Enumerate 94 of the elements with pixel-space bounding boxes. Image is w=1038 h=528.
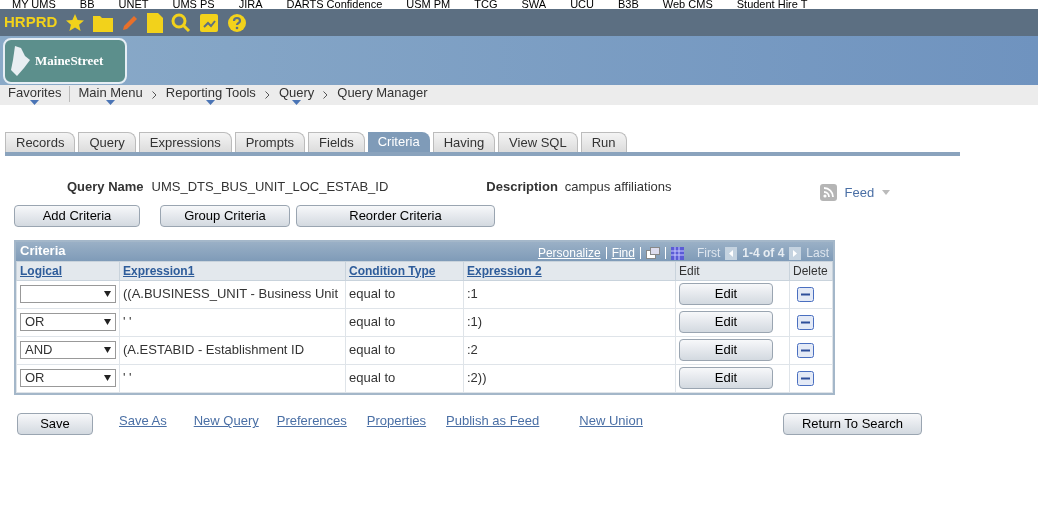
state-map-icon: [9, 44, 31, 77]
bookmark-link[interactable]: DARTS Confidence: [286, 0, 383, 9]
table-cell: ((A.BUSINESS_UNIT - Business Unit: [123, 286, 339, 302]
chevron-icon: [151, 91, 157, 99]
table-cell: :1): [467, 314, 483, 330]
tab[interactable]: Records: [5, 132, 76, 152]
dropdown-arrow-icon: [104, 375, 111, 381]
breadcrumb-item[interactable]: Favorites: [8, 86, 62, 105]
breadcrumb-item[interactable]: Reporting Tools: [165, 86, 256, 105]
edit-button[interactable]: Edit: [679, 283, 773, 305]
action-link[interactable]: Preferences: [276, 411, 347, 431]
action-button[interactable]: Reorder Criteria: [296, 204, 495, 227]
action-link[interactable]: New Query: [193, 411, 259, 431]
description-label: Description: [486, 178, 558, 196]
report-icon[interactable]: [199, 12, 220, 33]
breadcrumb-item[interactable]: Main Menu: [78, 86, 143, 105]
logical-dropdown[interactable]: OR: [20, 313, 116, 331]
bookmark-link[interactable]: JIRA: [238, 0, 263, 9]
dropdown-arrow-icon: [104, 291, 111, 297]
dropdown-arrow-icon: [104, 347, 111, 353]
folder-icon[interactable]: [93, 13, 114, 32]
table-cell: :1: [467, 286, 478, 302]
bookmark-link[interactable]: USM PM: [406, 0, 451, 9]
bookmark-link[interactable]: UNET: [118, 0, 149, 9]
table-cell: equal to: [349, 314, 396, 330]
next-icon[interactable]: [789, 246, 802, 260]
action-link[interactable]: Properties: [366, 411, 427, 431]
grid-title: Criteria: [20, 242, 66, 261]
bookmark-link[interactable]: SWA: [521, 0, 547, 9]
tab[interactable]: Prompts: [234, 132, 306, 152]
tab[interactable]: Run: [580, 132, 627, 152]
last-label: Last: [806, 245, 829, 262]
chevron-icon: [323, 91, 329, 99]
grid-icon[interactable]: [670, 246, 684, 260]
column-header: Delete: [793, 263, 828, 278]
caret-icon: [882, 190, 891, 196]
environment-label: HRPRD: [4, 12, 58, 33]
table-cell: ' ': [123, 314, 132, 330]
tab[interactable]: View SQL: [498, 132, 578, 152]
tab[interactable]: Expressions: [138, 132, 232, 152]
rss-icon: [819, 184, 837, 202]
edit-button[interactable]: Edit: [679, 339, 773, 361]
search-icon[interactable]: [171, 12, 192, 33]
table-cell: :2)): [467, 370, 487, 386]
edit-button[interactable]: Edit: [679, 311, 773, 333]
query-name-value: UMS_DTS_BUS_UNIT_LOC_ESTAB_ID: [151, 178, 389, 196]
delete-row-icon[interactable]: [797, 370, 814, 386]
logical-dropdown[interactable]: [20, 285, 116, 303]
previous-icon[interactable]: [725, 246, 738, 260]
tab[interactable]: Having: [432, 132, 496, 152]
row-count: 1-4 of 4: [742, 245, 785, 262]
logo-text: MaineStreet: [35, 51, 104, 70]
bookmark-link[interactable]: BB: [79, 0, 95, 9]
chevron-icon: [264, 91, 270, 99]
return-to-search-button[interactable]: Return To Search: [782, 412, 922, 435]
table-cell: equal to: [349, 342, 396, 358]
description-value: campus affiliations: [564, 178, 672, 196]
tab[interactable]: Fields: [308, 132, 365, 152]
query-name-label: Query Name: [67, 178, 144, 196]
star-icon[interactable]: [65, 12, 86, 33]
action-button[interactable]: Group Criteria: [160, 204, 290, 227]
table-cell: ' ': [123, 370, 132, 386]
delete-row-icon[interactable]: [797, 286, 814, 302]
action-link[interactable]: New Union: [579, 411, 643, 431]
feed-button[interactable]: Feed: [819, 183, 891, 203]
table-cell: equal to: [349, 370, 396, 386]
table-cell: (A.ESTABID - Establishment ID: [123, 342, 305, 358]
help-icon[interactable]: [227, 12, 248, 33]
edit-button[interactable]: Edit: [679, 367, 773, 389]
bookmark-link[interactable]: B3B: [618, 0, 639, 9]
bookmark-link[interactable]: UMS PS: [172, 0, 215, 9]
delete-row-icon[interactable]: [797, 342, 814, 358]
dropdown-arrow-icon: [104, 319, 111, 325]
bookmark-link[interactable]: Student Hire T: [736, 0, 808, 9]
new-window-icon[interactable]: [645, 247, 660, 259]
action-link[interactable]: Save As: [119, 411, 167, 431]
first-label: First: [696, 245, 721, 262]
document-icon[interactable]: [147, 12, 164, 33]
delete-row-icon[interactable]: [797, 314, 814, 330]
action-button[interactable]: Add Criteria: [14, 204, 140, 227]
table-cell: :2: [467, 342, 478, 358]
table-cell: equal to: [349, 286, 396, 302]
bookmark-link[interactable]: UCU: [570, 0, 594, 9]
logical-dropdown[interactable]: OR: [20, 369, 116, 387]
bookmark-link[interactable]: MY UMS: [12, 0, 56, 9]
tab[interactable]: Query: [78, 132, 136, 152]
action-link[interactable]: Publish as Feed: [446, 411, 540, 431]
bookmark-link[interactable]: TCG: [474, 0, 498, 9]
breadcrumb-item[interactable]: Query: [278, 86, 315, 105]
bookmark-link[interactable]: Web CMS: [662, 0, 713, 9]
breadcrumb-item[interactable]: Query Manager: [337, 86, 428, 100]
save-button[interactable]: Save: [17, 412, 93, 435]
column-header: Edit: [679, 263, 700, 278]
logical-dropdown[interactable]: AND: [20, 341, 116, 359]
